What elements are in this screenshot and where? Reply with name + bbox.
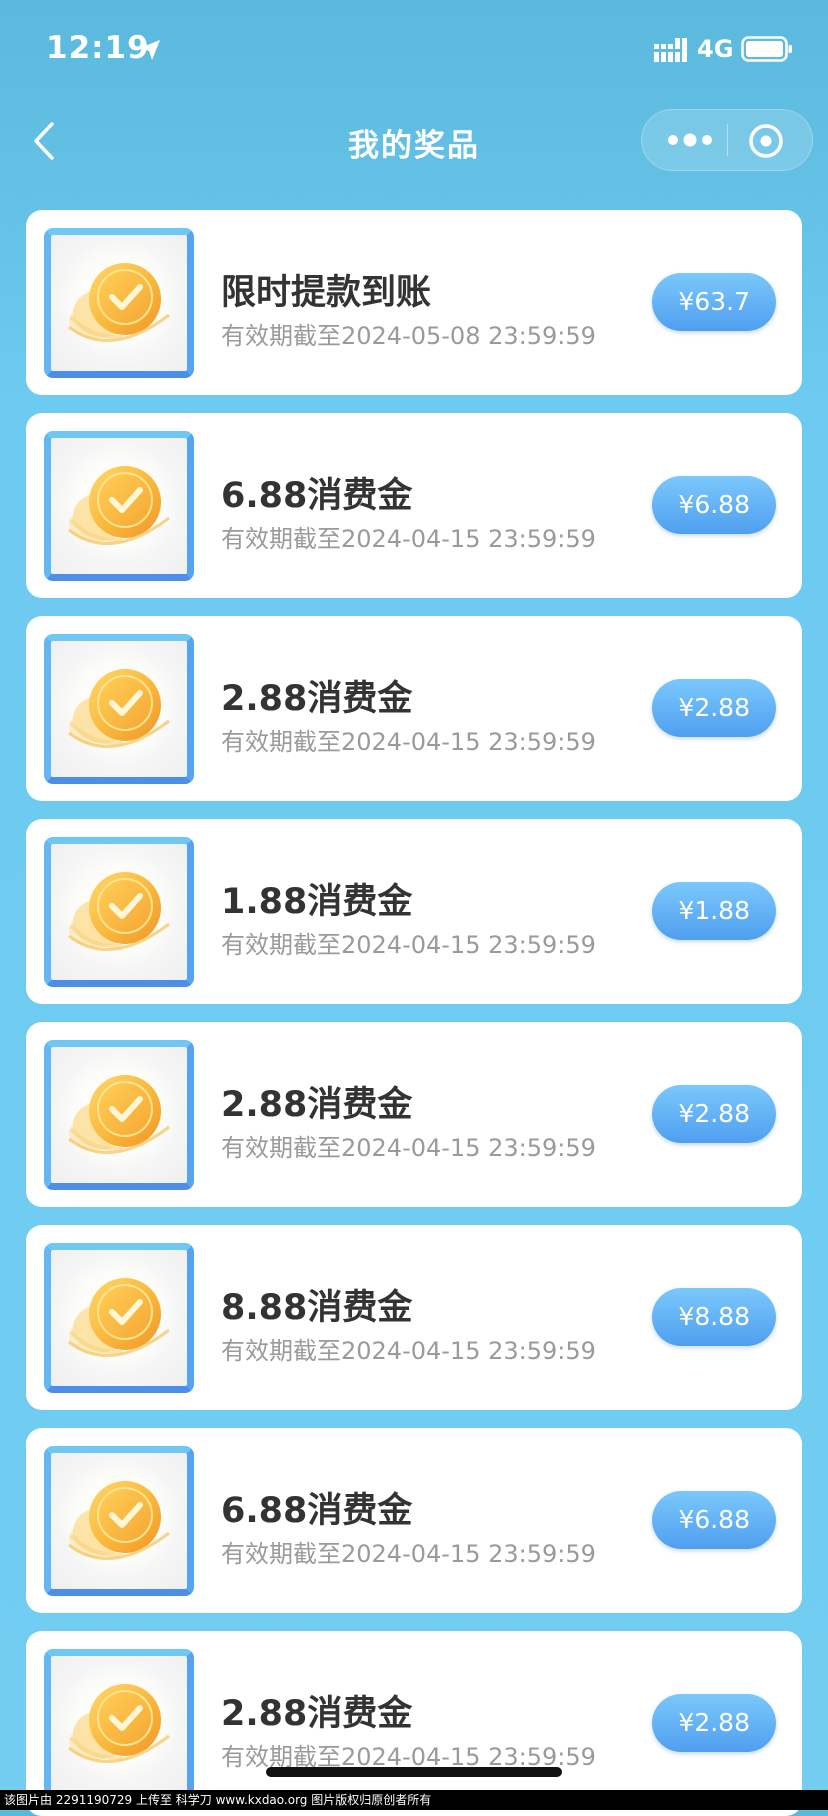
prize-name: 2.88消费金 <box>221 1085 413 1125</box>
status-bar: 12:19 4G <box>0 0 828 100</box>
capsule-menu <box>641 109 813 171</box>
gold-coin-check-icon <box>57 1455 181 1579</box>
gold-coin-check-icon <box>57 846 181 970</box>
prize-amount-button[interactable]: ¥2.88 <box>652 1694 776 1752</box>
prize-expiry: 有效期截至2024-04-15 23:59:59 <box>221 1134 596 1162</box>
gold-coin-check-icon <box>57 643 181 767</box>
prize-thumbnail <box>44 1040 194 1190</box>
prize-card: 8.88消费金 有效期截至2024-04-15 23:59:59 ¥8.88 <box>26 1225 802 1410</box>
prize-expiry: 有效期截至2024-04-15 23:59:59 <box>221 1540 596 1568</box>
more-button[interactable] <box>662 124 718 156</box>
prize-thumbnail <box>44 1243 194 1393</box>
prize-thumbnail <box>44 837 194 987</box>
prize-thumbnail <box>44 1649 194 1799</box>
prize-name: 1.88消费金 <box>221 882 413 922</box>
prize-card: 2.88消费金 有效期截至2024-04-15 23:59:59 ¥2.88 <box>26 1631 802 1816</box>
battery-icon <box>741 36 792 62</box>
nav-bar: 我的奖品 <box>0 100 828 184</box>
close-miniprogram-button[interactable] <box>746 121 786 161</box>
prize-name: 2.88消费金 <box>221 1694 413 1734</box>
prize-name: 6.88消费金 <box>221 1491 413 1531</box>
prize-name: 限时提款到账 <box>221 273 432 313</box>
gold-coin-check-icon <box>57 237 181 361</box>
prize-card: 6.88消费金 有效期截至2024-04-15 23:59:59 ¥6.88 <box>26 1428 802 1613</box>
prize-thumbnail <box>44 431 194 581</box>
prize-amount-button[interactable]: ¥2.88 <box>652 679 776 737</box>
prize-thumbnail <box>44 1446 194 1596</box>
status-time: 12:19 <box>46 30 150 66</box>
location-arrow-icon <box>140 40 160 60</box>
prize-expiry: 有效期截至2024-04-15 23:59:59 <box>221 931 596 959</box>
more-dots-icon <box>668 133 712 147</box>
prize-card: 2.88消费金 有效期截至2024-04-15 23:59:59 ¥2.88 <box>26 1022 802 1207</box>
capsule-divider <box>727 124 728 156</box>
prize-amount-button[interactable]: ¥63.7 <box>652 273 776 331</box>
home-indicator <box>266 1767 562 1777</box>
signal-strength-icon <box>654 38 687 62</box>
prize-thumbnail <box>44 634 194 784</box>
gold-coin-check-icon <box>57 440 181 564</box>
prize-expiry: 有效期截至2024-04-15 23:59:59 <box>221 1337 596 1365</box>
prize-thumbnail <box>44 228 194 378</box>
target-circle-icon <box>749 124 783 158</box>
prize-amount-button[interactable]: ¥8.88 <box>652 1288 776 1346</box>
prize-amount-button[interactable]: ¥6.88 <box>652 476 776 534</box>
network-type: 4G <box>697 35 734 63</box>
prize-card: 限时提款到账 有效期截至2024-05-08 23:59:59 ¥63.7 <box>26 210 802 395</box>
prize-name: 8.88消费金 <box>221 1288 413 1328</box>
prize-expiry: 有效期截至2024-04-15 23:59:59 <box>221 525 596 553</box>
gold-coin-check-icon <box>57 1658 181 1782</box>
prize-amount-button[interactable]: ¥6.88 <box>652 1491 776 1549</box>
prize-card: 2.88消费金 有效期截至2024-04-15 23:59:59 ¥2.88 <box>26 616 802 801</box>
prize-expiry: 有效期截至2024-05-08 23:59:59 <box>221 322 596 350</box>
watermark: 该图片由 2291190729 上传至 科学刀 www.kxdao.org 图片… <box>0 1790 828 1810</box>
prize-name: 6.88消费金 <box>221 476 413 516</box>
prize-card: 1.88消费金 有效期截至2024-04-15 23:59:59 ¥1.88 <box>26 819 802 1004</box>
prize-expiry: 有效期截至2024-04-15 23:59:59 <box>221 728 596 756</box>
gold-coin-check-icon <box>57 1049 181 1173</box>
gold-coin-check-icon <box>57 1252 181 1376</box>
prize-card: 6.88消费金 有效期截至2024-04-15 23:59:59 ¥6.88 <box>26 413 802 598</box>
prize-name: 2.88消费金 <box>221 679 413 719</box>
prize-amount-button[interactable]: ¥1.88 <box>652 882 776 940</box>
prize-amount-button[interactable]: ¥2.88 <box>652 1085 776 1143</box>
